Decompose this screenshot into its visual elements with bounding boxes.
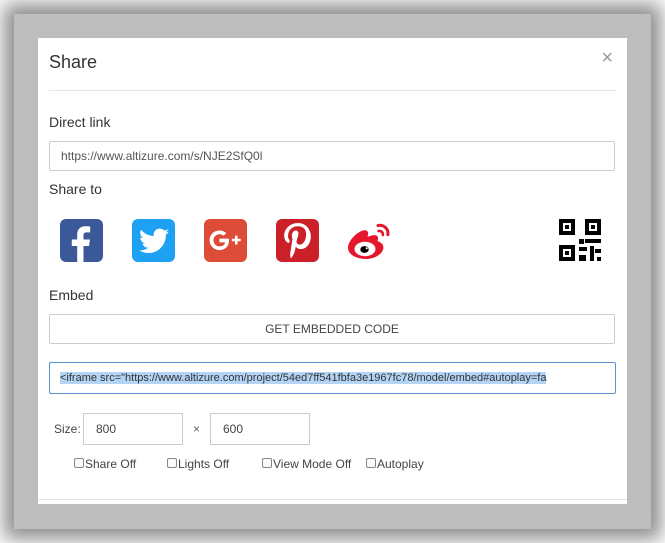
- footer-divider: [38, 499, 627, 500]
- modal-title: Share: [49, 52, 98, 72]
- twitter-icon[interactable]: [132, 219, 175, 262]
- size-label: Size:: [54, 422, 81, 436]
- share-modal: Share × Direct link https://www.altizure…: [38, 38, 627, 504]
- autoplay-label: Autoplay: [377, 457, 424, 471]
- option-share-off[interactable]: Share Off: [74, 457, 136, 471]
- width-input[interactable]: 800: [83, 413, 183, 445]
- option-lights-off[interactable]: Lights Off: [167, 457, 229, 471]
- lights-off-checkbox[interactable]: [167, 458, 177, 468]
- close-icon[interactable]: ×: [601, 48, 613, 68]
- autoplay-checkbox[interactable]: [366, 458, 376, 468]
- header-divider: [49, 90, 616, 91]
- embed-code-input[interactable]: <iframe src="https://www.altizure.com/pr…: [49, 362, 616, 394]
- pinterest-icon[interactable]: [276, 219, 319, 262]
- view-mode-off-checkbox[interactable]: [262, 458, 272, 468]
- embed-code-text: <iframe src="https://www.altizure.com/pr…: [60, 372, 547, 384]
- view-mode-off-label: View Mode Off: [273, 457, 352, 471]
- option-view-mode-off[interactable]: View Mode Off: [262, 457, 351, 471]
- lights-off-label: Lights Off: [178, 457, 230, 471]
- facebook-icon[interactable]: [60, 219, 103, 262]
- google-plus-icon[interactable]: [204, 219, 247, 262]
- option-autoplay[interactable]: Autoplay: [366, 457, 424, 471]
- share-off-label: Share Off: [85, 457, 137, 471]
- direct-link-input[interactable]: https://www.altizure.com/s/NJE2SfQ0l: [49, 141, 615, 171]
- weibo-icon[interactable]: [345, 219, 397, 262]
- share-off-checkbox[interactable]: [74, 458, 84, 468]
- share-to-label: Share to: [49, 181, 102, 197]
- qr-code-icon[interactable]: [559, 219, 601, 261]
- direct-link-label: Direct link: [49, 114, 111, 130]
- height-input[interactable]: 600: [210, 413, 310, 445]
- get-embedded-code-button[interactable]: GET EMBEDDED CODE: [49, 314, 615, 344]
- embed-label: Embed: [49, 287, 94, 303]
- size-separator: ×: [193, 422, 201, 436]
